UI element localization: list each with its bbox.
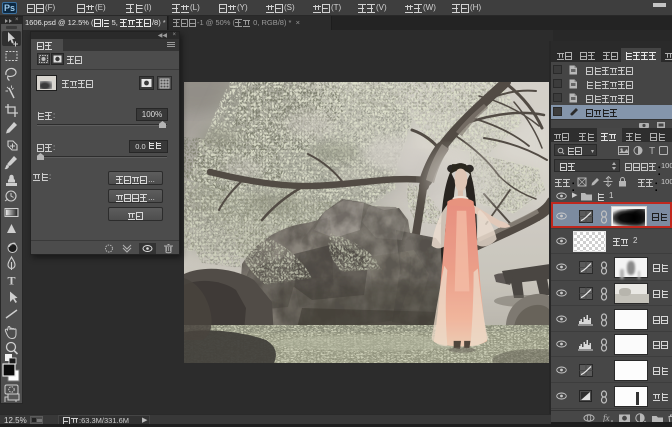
svg-text:T: T xyxy=(649,146,655,156)
svg-text:T: T xyxy=(7,274,15,288)
